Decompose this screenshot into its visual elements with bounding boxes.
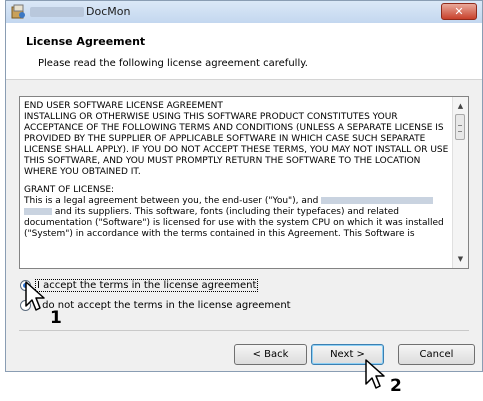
license-grant-heading: GRANT OF LICENSE: bbox=[24, 185, 115, 195]
mouse-pointer-icon bbox=[365, 359, 385, 389]
header-panel: License Agreement Please read the follow… bbox=[6, 23, 482, 80]
step-1-label: 1 bbox=[50, 308, 62, 328]
page-subtitle: Please read the following license agreem… bbox=[38, 58, 308, 69]
close-button[interactable]: ✕ bbox=[441, 3, 477, 20]
back-button[interactable]: < Back bbox=[234, 344, 307, 365]
scroll-thumb[interactable] bbox=[455, 114, 465, 140]
license-grant-text-2: and its suppliers. This software, fonts … bbox=[24, 207, 444, 239]
license-text-box[interactable]: END USER SOFTWARE LICENSE AGREEMENT INST… bbox=[19, 96, 469, 269]
title-redacted-prefix bbox=[30, 7, 84, 17]
license-text: END USER SOFTWARE LICENSE AGREEMENT INST… bbox=[24, 101, 452, 240]
redacted-company-suffix bbox=[24, 208, 52, 215]
mouse-pointer-icon bbox=[25, 281, 45, 311]
scroll-up-icon[interactable]: ▲ bbox=[453, 99, 468, 113]
title-bar: DocMon ✕ bbox=[6, 1, 482, 24]
cancel-button[interactable]: Cancel bbox=[398, 344, 475, 365]
window-title: DocMon bbox=[86, 5, 131, 18]
button-separator bbox=[19, 330, 469, 331]
page-title: License Agreement bbox=[26, 35, 146, 48]
accept-label[interactable]: I accept the terms in the license agreem… bbox=[34, 278, 259, 292]
license-grant-line-2: and its suppliers. This software, fonts … bbox=[24, 207, 452, 240]
installer-app-icon bbox=[11, 4, 25, 19]
license-grant-line-1: This is a legal agreement between you, t… bbox=[24, 196, 452, 207]
redacted-company-name bbox=[321, 197, 434, 204]
license-scrollbar[interactable]: ▲ ▼ bbox=[452, 97, 468, 268]
decline-label[interactable]: I do not accept the terms in the license… bbox=[36, 300, 291, 311]
close-icon: ✕ bbox=[454, 5, 464, 18]
scroll-down-icon[interactable]: ▼ bbox=[453, 252, 468, 266]
license-grant-text-1: This is a legal agreement between you, t… bbox=[24, 196, 319, 206]
license-paragraph-1: END USER SOFTWARE LICENSE AGREEMENT INST… bbox=[24, 101, 449, 177]
installer-window: DocMon ✕ License Agreement Please read t… bbox=[5, 0, 483, 372]
accept-option[interactable]: I accept the terms in the license agreem… bbox=[20, 278, 259, 292]
step-2-label: 2 bbox=[390, 376, 402, 396]
